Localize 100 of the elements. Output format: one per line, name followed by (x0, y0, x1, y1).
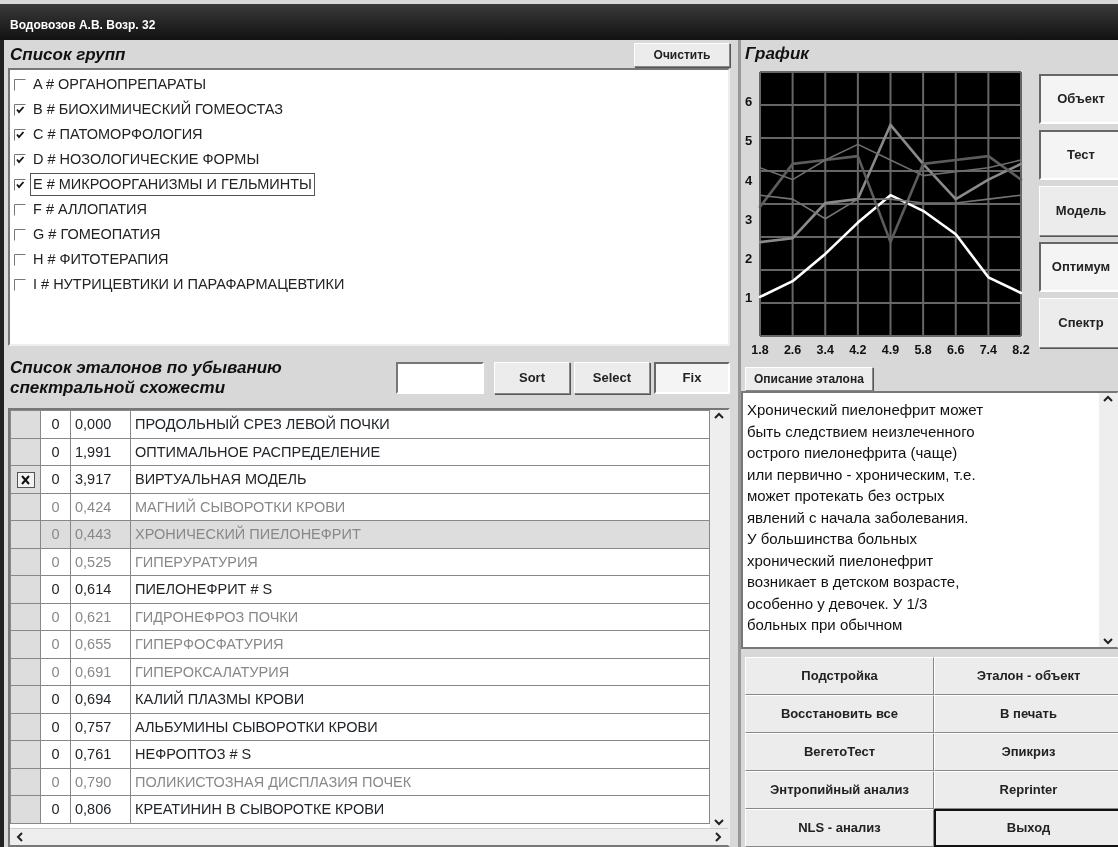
name-cell: ХРОНИЧЕСКИЙ ПИЕЛОНЕФРИТ (130, 520, 710, 548)
group-label[interactable]: C # ПАТОМОРФОЛОГИЯ (30, 122, 206, 147)
count-cell: 0 (40, 465, 71, 493)
chart-mode-button[interactable]: Спектр (1039, 298, 1118, 348)
mark-cell[interactable] (10, 493, 41, 521)
mark-cell[interactable] (10, 685, 41, 713)
checkbox[interactable] (14, 253, 26, 266)
score-cell: 0,691 (70, 658, 131, 686)
chart-mode-button[interactable]: Оптимум (1039, 242, 1118, 292)
mark-cell[interactable] (10, 795, 41, 823)
name-cell: КРЕАТИНИН В СЫВОРОТКЕ КРОВИ (130, 795, 710, 823)
mark-cell[interactable] (10, 520, 41, 548)
group-label[interactable]: E # МИКРООРГАНИЗМЫ И ГЕЛЬМИНТЫ (30, 172, 315, 197)
mark-cell[interactable] (10, 465, 41, 493)
action-button[interactable]: Энтропийный анализ (745, 771, 934, 809)
count-cell: 0 (40, 768, 71, 796)
score-cell: 0,694 (70, 685, 131, 713)
axis-label: 8.2 (1012, 343, 1030, 357)
name-cell: МАГНИЙ СЫВОРОТКИ КРОВИ (130, 493, 710, 521)
count-cell: 0 (40, 685, 71, 713)
checkbox[interactable] (14, 278, 26, 291)
description-tab[interactable]: Описание эталона (745, 367, 873, 391)
scroll-right-icon[interactable] (712, 831, 724, 843)
panel-title: Список групп (10, 45, 126, 65)
mark-cell[interactable] (10, 658, 41, 686)
checkbox[interactable] (14, 203, 26, 216)
action-button[interactable]: Эталон - объект (934, 657, 1118, 695)
action-button[interactable]: Reprinter (934, 771, 1118, 809)
mark-cell[interactable] (10, 410, 41, 438)
group-label[interactable]: F # АЛЛОПАТИЯ (30, 197, 150, 222)
toolbar-button[interactable]: Select (574, 362, 650, 394)
mark-cell[interactable] (10, 768, 41, 796)
count-cell: 0 (40, 603, 71, 631)
action-button[interactable]: ВегетоТест (745, 733, 934, 771)
toolbar-button[interactable]: Fix (654, 362, 730, 394)
scrollbar[interactable] (10, 828, 728, 845)
score-cell: 0,000 (70, 410, 131, 438)
search-field[interactable] (396, 362, 484, 394)
mark-cell[interactable] (10, 438, 41, 466)
chart-mode-button[interactable]: Объект (1039, 74, 1118, 124)
action-button[interactable]: NLS - анализ (745, 809, 934, 847)
mark-cell[interactable] (10, 740, 41, 768)
score-cell: 3,917 (70, 465, 131, 493)
scroll-left-icon[interactable] (14, 831, 26, 843)
axis-label: 6.6 (947, 343, 965, 357)
axis-label: 1.8 (751, 343, 769, 357)
mark-cell[interactable] (10, 603, 41, 631)
checkbox[interactable] (14, 103, 26, 116)
panel-title: Список эталонов по убыванию спектральной схожести (10, 358, 283, 398)
name-cell: ГИПЕРУРАТУРИЯ (130, 548, 710, 576)
action-button[interactable]: Подстройка (745, 657, 934, 695)
checkbox[interactable] (14, 78, 26, 91)
score-cell: 0,621 (70, 603, 131, 631)
mark-cell[interactable] (10, 548, 41, 576)
score-cell: 0,443 (70, 520, 131, 548)
score-cell: 0,806 (70, 795, 131, 823)
axis-label: 2.6 (783, 343, 802, 357)
axis-label: 4.9 (881, 343, 900, 357)
description-text: Хронический пиелонефрит может быть следствием неизлеченного острого пиелонефрита (чаще) или первично - хроническим, т.е. может протекать без острых явлений с начала заболевания. У большинства больных хронический пиелонефрит возникает в детском возрасте, особенно у девочек. У 1/3 больных при обычном (746, 400, 985, 635)
checkbox[interactable] (14, 128, 26, 141)
toolbar-button[interactable]: Sort (494, 362, 570, 394)
scrollbar[interactable] (710, 410, 728, 828)
group-label[interactable]: D # НОЗОЛОГИЧЕСКИЕ ФОРМЫ (30, 147, 263, 172)
count-cell: 0 (40, 575, 71, 603)
group-label[interactable]: G # ГОМЕОПАТИЯ (30, 222, 164, 247)
score-cell: 0,614 (70, 575, 131, 603)
axis-label: 5.8 (914, 343, 932, 357)
count-cell: 0 (40, 548, 71, 576)
name-cell: ПИЕЛОНЕФРИТ # S (130, 575, 710, 603)
axis-label: 5 (745, 133, 753, 149)
axis-label: 4.2 (849, 343, 867, 357)
score-cell: 1,991 (70, 438, 131, 466)
checkbox[interactable] (14, 153, 26, 166)
count-cell: 0 (40, 740, 71, 768)
checkbox[interactable] (14, 178, 26, 191)
scrollbar[interactable] (1099, 393, 1117, 647)
count-cell: 0 (40, 713, 71, 741)
action-button[interactable]: Восстановить все (745, 695, 934, 733)
action-button[interactable]: Эпикриз (934, 733, 1118, 771)
axis-label: 6 (745, 94, 753, 110)
group-label[interactable]: H # ФИТОТЕРАПИЯ (30, 247, 172, 272)
checkbox[interactable] (14, 228, 26, 241)
axis-label: 2 (745, 250, 753, 266)
scroll-down-icon[interactable] (713, 816, 725, 828)
mark-cell[interactable] (10, 575, 41, 603)
action-button[interactable]: Выход (934, 809, 1118, 847)
chart-mode-button[interactable]: Тест (1039, 130, 1118, 180)
clear-button[interactable]: Очистить (634, 43, 730, 67)
count-cell: 0 (40, 438, 71, 466)
name-cell: ОПТИМАЛЬНОЕ РАСПРЕДЕЛЕНИЕ (130, 438, 710, 466)
group-label[interactable]: I # НУТРИЦЕВТИКИ И ПАРАФАРМАЦЕВТИКИ (30, 272, 348, 297)
mark-cell[interactable] (10, 713, 41, 741)
name-cell: ГИПЕРФОСФАТУРИЯ (130, 630, 710, 658)
action-button[interactable]: В печать (934, 695, 1118, 733)
count-cell: 0 (40, 630, 71, 658)
mark-cell[interactable] (10, 630, 41, 658)
scroll-down-icon[interactable] (1102, 635, 1114, 647)
chart-mode-button[interactable]: Модель (1039, 186, 1118, 236)
group-label[interactable]: A # ОРГАНОПРЕПАРАТЫ (30, 72, 210, 97)
group-label[interactable]: B # БИОХИМИЧЕСКИЙ ГОМЕОСТАЗ (30, 97, 287, 122)
